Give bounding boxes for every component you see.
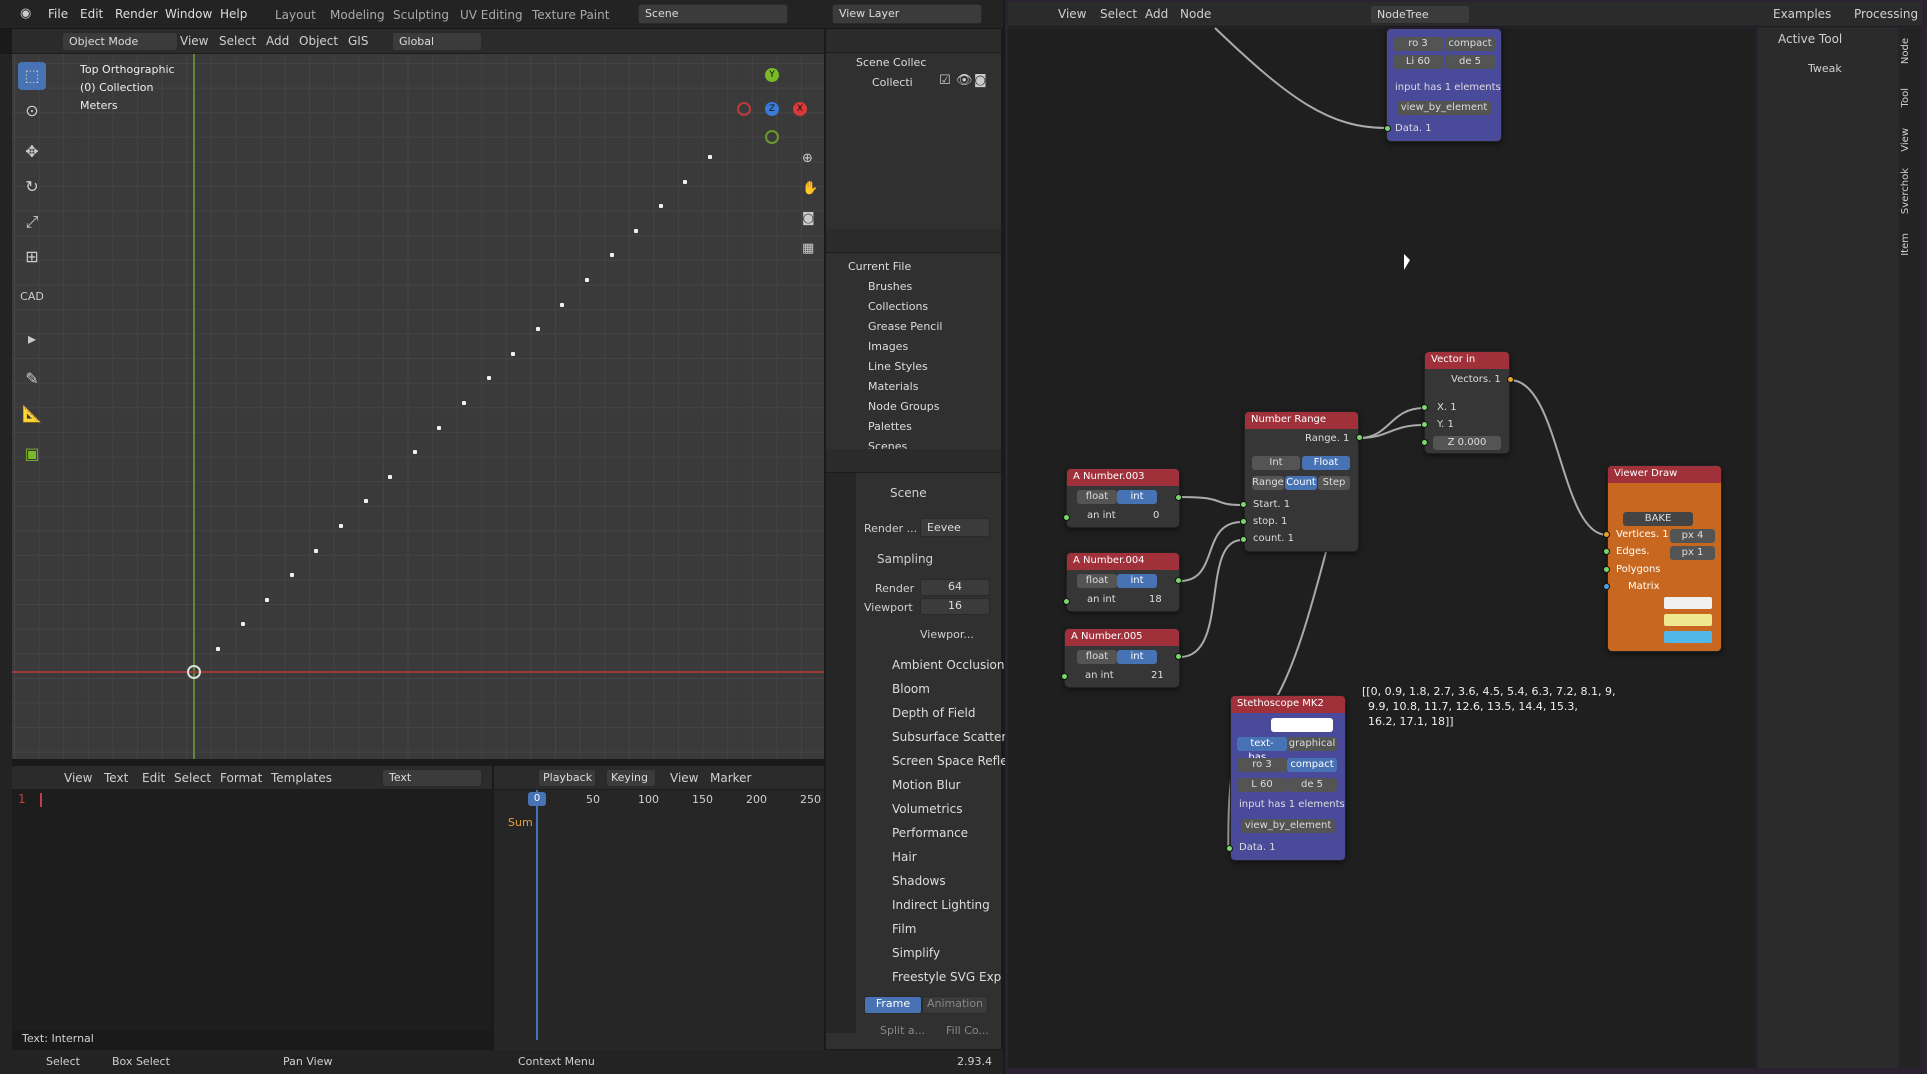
an-int-value[interactable]: 18 — [1149, 594, 1162, 605]
float-button[interactable]: float — [1077, 650, 1117, 664]
socket-num004-in[interactable] — [1063, 598, 1070, 605]
view-by-element-button[interactable]: view_by_element — [1397, 101, 1491, 115]
number-range-node[interactable]: Number Range Range. 1 Int Float Range Co… — [1244, 411, 1359, 552]
matrix-socket: Matrix — [1628, 581, 1660, 592]
start-input: Start. 1 — [1253, 499, 1291, 510]
int-button[interactable]: int — [1117, 490, 1157, 504]
an-int-value[interactable]: 0 — [1153, 510, 1159, 521]
float-button[interactable]: float — [1077, 490, 1117, 504]
socket-x[interactable] — [1421, 404, 1428, 411]
data-socket-label: Data. 1 — [1239, 842, 1276, 853]
vertices-socket: Vertices. 1 — [1616, 529, 1669, 540]
count-mode-button[interactable]: Count — [1285, 476, 1317, 490]
number-range-title: Number Range — [1245, 412, 1358, 429]
socket-vertices[interactable] — [1603, 531, 1610, 538]
output-line-1: [[0, 0.9, 1.8, 2.7, 3.6, 4.5, 5.4, 6.3, … — [1362, 685, 1616, 698]
socket-range-out[interactable] — [1356, 434, 1363, 441]
socket-vectors-out[interactable] — [1507, 376, 1514, 383]
de-field[interactable]: de 5 — [1445, 55, 1495, 69]
vertex-color-swatch[interactable] — [1664, 597, 1712, 609]
an-int-value[interactable]: 21 — [1151, 670, 1164, 681]
stethoscope-mk2-node[interactable]: Stethoscope MK2 text-bas... graphical ro… — [1230, 695, 1346, 861]
an-int-label: an int — [1085, 670, 1114, 681]
socket-y[interactable] — [1421, 421, 1428, 428]
compact-field[interactable]: compact — [1445, 37, 1495, 51]
edges-socket: Edges. — [1616, 546, 1650, 557]
stethoscope-mk2-title: Stethoscope MK2 — [1231, 696, 1345, 713]
stethoscope-top-node[interactable]: ro 3 compact Li 60 de 5 input has 1 elem… — [1386, 28, 1502, 142]
int-button[interactable]: int — [1117, 650, 1157, 664]
y-input: Y. 1 — [1437, 419, 1454, 430]
an-int-label: an int — [1087, 510, 1116, 521]
number-003-title: A Number.003 — [1067, 469, 1179, 486]
edge-width-field[interactable]: px 1 — [1670, 546, 1715, 560]
z-field[interactable]: Z 0.000 — [1433, 436, 1501, 450]
number-004-node[interactable]: A Number.004 float int an int 18 — [1066, 552, 1180, 612]
li-field[interactable]: L 60 — [1237, 778, 1287, 792]
edge-color-swatch[interactable] — [1664, 614, 1712, 626]
vector-in-node[interactable]: Vector in Vectors. 1 X. 1 Y. 1 Z 0.000 — [1424, 351, 1510, 454]
number-004-title: A Number.004 — [1067, 553, 1179, 570]
viewer-draw-node[interactable]: Viewer Draw BAKE Vertices. 1 px 4 Edges.… — [1607, 465, 1722, 652]
int-button[interactable]: int — [1117, 574, 1157, 588]
int-mode-button[interactable]: Int — [1252, 456, 1300, 470]
mouse-cursor-icon — [1404, 254, 1410, 270]
step-mode-button[interactable]: Step — [1318, 476, 1350, 490]
float-mode-button[interactable]: Float — [1302, 456, 1350, 470]
output-line-3: 16.2, 17.1, 18]] — [1368, 715, 1454, 728]
socket-data[interactable] — [1384, 125, 1391, 132]
x-input: X. 1 — [1437, 402, 1457, 413]
socket-matrix[interactable] — [1603, 583, 1610, 590]
view-by-element-button[interactable]: view_by_element — [1241, 819, 1335, 833]
count-input: count. 1 — [1253, 533, 1294, 544]
socket-z[interactable] — [1421, 439, 1428, 446]
stetho-info: input has 1 elements — [1239, 799, 1345, 810]
de-field[interactable]: de 5 — [1287, 778, 1337, 792]
range-mode-button[interactable]: Range — [1252, 476, 1284, 490]
socket-edges[interactable] — [1603, 548, 1610, 555]
vertex-size-field[interactable]: px 4 — [1670, 529, 1715, 543]
stetho-info: input has 1 elements — [1395, 82, 1501, 93]
socket-count[interactable] — [1240, 536, 1247, 543]
number-003-node[interactable]: A Number.003 float int an int 0 — [1066, 468, 1180, 528]
socket-stetho-data[interactable] — [1226, 845, 1233, 852]
output-line-2: 9.9, 10.8, 11.7, 12.6, 13.5, 14.4, 15.3, — [1368, 700, 1578, 713]
float-button[interactable]: float — [1077, 574, 1117, 588]
li-field[interactable]: Li 60 — [1393, 55, 1443, 69]
number-005-node[interactable]: A Number.005 float int an int 21 — [1064, 628, 1180, 688]
graphical-button[interactable]: graphical — [1287, 737, 1337, 751]
bake-button[interactable]: BAKE — [1623, 512, 1693, 526]
face-color-swatch[interactable] — [1664, 631, 1712, 643]
ro-field[interactable]: ro 3 — [1237, 758, 1287, 772]
socket-polygons[interactable] — [1603, 566, 1610, 573]
socket-num005-out[interactable] — [1175, 653, 1182, 660]
socket-num003-in[interactable] — [1063, 514, 1070, 521]
vectors-output: Vectors. 1 — [1451, 374, 1501, 385]
socket-num004-out[interactable] — [1175, 577, 1182, 584]
socket-num003-out[interactable] — [1175, 494, 1182, 501]
compact-button[interactable]: compact — [1287, 758, 1337, 772]
polygons-socket: Polygons — [1616, 564, 1661, 575]
ro-field[interactable]: ro 3 — [1393, 37, 1443, 51]
socket-stop[interactable] — [1240, 518, 1247, 525]
socket-num005-in[interactable] — [1061, 673, 1068, 680]
range-output: Range. 1 — [1305, 433, 1350, 444]
socket-start[interactable] — [1240, 501, 1247, 508]
stop-input: stop. 1 — [1253, 516, 1288, 527]
stethoscope-output-text: [[0, 0.9, 1.8, 2.7, 3.6, 4.5, 5.4, 6.3, … — [1362, 684, 1615, 729]
data-socket-label: Data. 1 — [1395, 123, 1432, 134]
text-base-button[interactable]: text-bas... — [1237, 737, 1287, 763]
number-005-title: A Number.005 — [1065, 629, 1179, 646]
stetho-color-swatch[interactable] — [1271, 718, 1333, 732]
vector-in-title: Vector in — [1425, 352, 1509, 369]
viewer-draw-title: Viewer Draw — [1608, 466, 1721, 483]
an-int-label: an int — [1087, 594, 1116, 605]
